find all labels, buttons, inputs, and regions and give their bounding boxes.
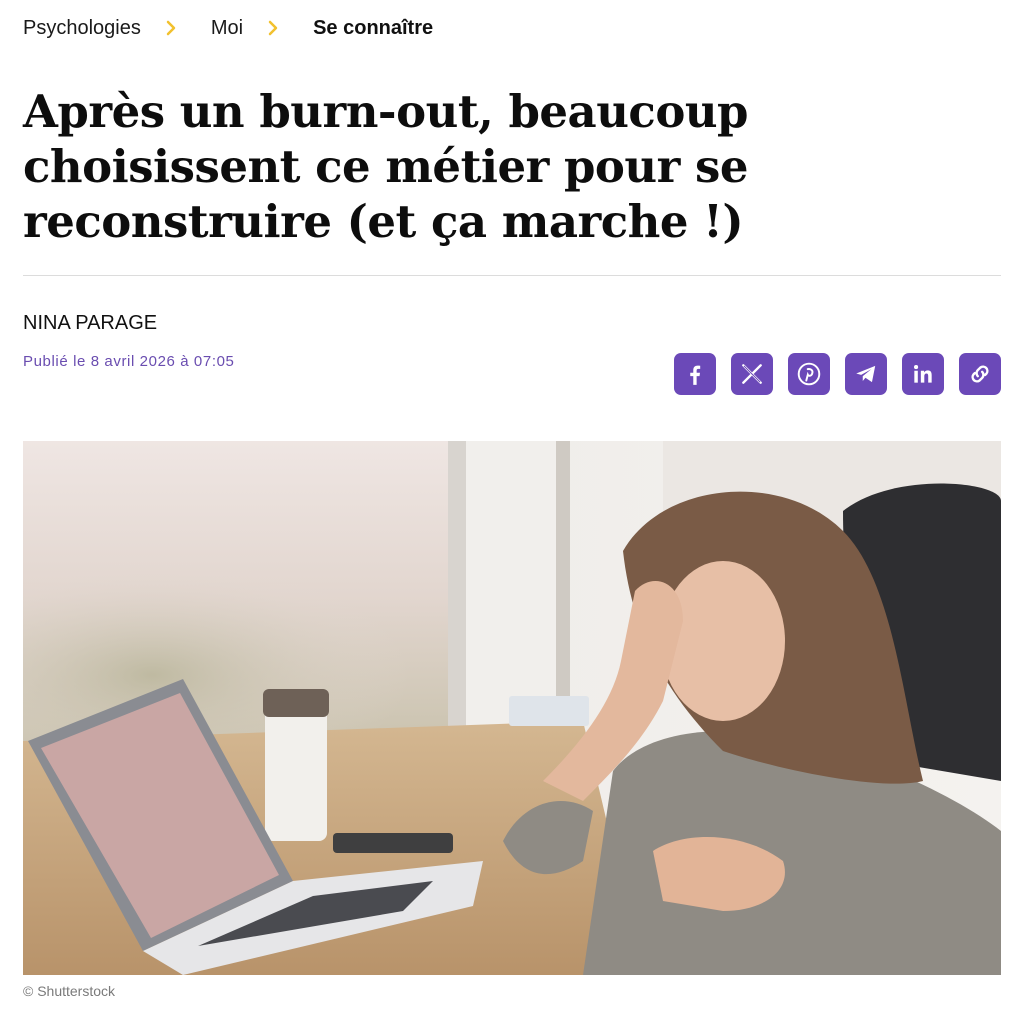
share-linkedin-button[interactable] <box>902 353 944 395</box>
publish-date: Publié le 8 avril 2026 à 07:05 <box>23 353 235 370</box>
title-divider <box>23 275 1001 276</box>
article-author[interactable]: NINA PARAGE <box>23 312 157 335</box>
pinterest-icon <box>797 362 821 386</box>
breadcrumb-item-se-connaitre[interactable]: Se connaître <box>313 17 433 40</box>
share-copy-link-button[interactable] <box>959 353 1001 395</box>
x-icon <box>742 364 762 384</box>
share-pinterest-button[interactable] <box>788 353 830 395</box>
link-icon <box>971 365 989 383</box>
chevron-right-icon <box>151 17 191 40</box>
linkedin-icon <box>914 365 932 383</box>
hero-image <box>23 441 1001 975</box>
breadcrumb-item-psychologies[interactable]: Psychologies <box>23 17 141 40</box>
share-facebook-button[interactable] <box>674 353 716 395</box>
article-title: Après un burn-out, beaucoup choisissent … <box>23 85 749 248</box>
share-telegram-button[interactable] <box>845 353 887 395</box>
facebook-icon <box>690 365 701 385</box>
breadcrumb-item-moi[interactable]: Moi <box>211 17 243 40</box>
share-x-button[interactable] <box>731 353 773 395</box>
telegram-icon <box>856 365 876 383</box>
image-credit: © Shutterstock <box>23 983 116 999</box>
chevron-right-icon <box>253 17 293 40</box>
breadcrumb: Psychologies Moi Se connaître <box>23 14 433 42</box>
share-bar <box>674 353 1001 395</box>
